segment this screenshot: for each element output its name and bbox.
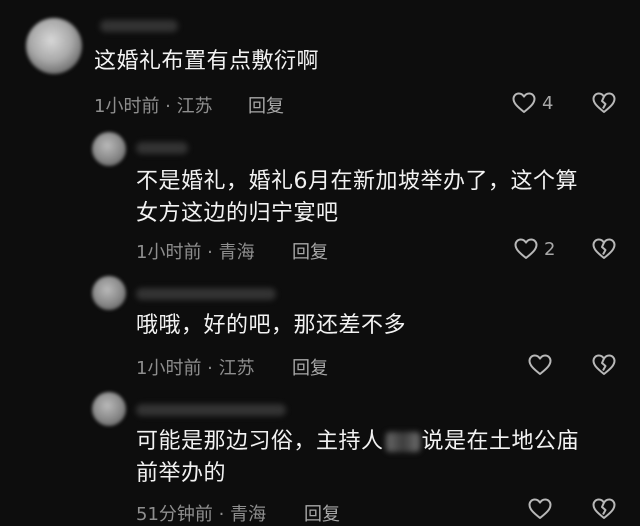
avatar[interactable] — [92, 132, 126, 166]
like-count: 4 — [542, 92, 554, 114]
heart-outline-icon — [512, 92, 536, 114]
like-button[interactable] — [528, 498, 552, 520]
like-button[interactable] — [528, 354, 552, 376]
dislike-button[interactable] — [592, 498, 616, 520]
broken-heart-icon — [592, 238, 616, 260]
reply-button[interactable]: 回复 — [292, 354, 328, 380]
dislike-button[interactable] — [592, 238, 616, 260]
username-blurred — [136, 404, 286, 416]
comment-meta: 1小时前 · 江苏 — [94, 96, 213, 117]
heart-outline-icon — [528, 498, 552, 520]
comment-text: 哦哦，好的吧，那还差不多 — [136, 313, 407, 338]
dislike-button[interactable] — [592, 92, 616, 114]
avatar[interactable] — [26, 18, 82, 74]
reply-button[interactable]: 回复 — [304, 500, 340, 526]
broken-heart-icon — [592, 498, 616, 520]
reply-comment-2: 哦哦，好的吧，那还差不多 1小时前 · 江苏 回复 — [0, 276, 640, 379]
comment-text-line-1: 可能是那边习俗，主持人 说是在土地公庙 — [136, 426, 579, 458]
username-blurred — [136, 142, 188, 154]
comment-text-line-2: 前举办的 — [136, 461, 227, 486]
comment-meta: 51分钟前 · 青海 — [136, 504, 267, 525]
reply-button[interactable]: 回复 — [248, 92, 284, 118]
reply-button[interactable]: 回复 — [292, 238, 328, 264]
reply-comment-3: 可能是那边习俗，主持人 说是在土地公庙 前举办的 51分钟前 · 青海 回复 — [0, 392, 640, 526]
like-button[interactable]: 4 — [512, 92, 553, 114]
avatar[interactable] — [92, 392, 126, 426]
comment-1: 这婚礼布置有点敷衍啊 1小时前 · 江苏 回复 4 — [0, 18, 640, 118]
comment-text: 这婚礼布置有点敷衍啊 — [94, 49, 320, 74]
username-blurred — [100, 20, 178, 32]
heart-outline-icon — [514, 238, 538, 260]
reply-comment-1: 不是婚礼，婚礼6月在新加坡举办了，这个算 女方这边的归宁宴吧 1小时前 · 青海… — [0, 132, 640, 272]
dislike-button[interactable] — [592, 354, 616, 376]
censored-name — [385, 432, 420, 452]
comment-text-line-1: 不是婚礼，婚礼6月在新加坡举办了，这个算 — [136, 169, 578, 194]
username-blurred — [136, 288, 276, 300]
comment-meta: 1小时前 · 青海 — [136, 242, 255, 263]
avatar[interactable] — [92, 276, 126, 310]
heart-outline-icon — [528, 354, 552, 376]
comment-text-part-a: 可能是那边习俗，主持人 — [136, 429, 384, 454]
broken-heart-icon — [592, 92, 616, 114]
broken-heart-icon — [592, 354, 616, 376]
comment-text-line-2: 女方这边的归宁宴吧 — [136, 201, 339, 226]
comment-text-part-b: 说是在土地公庙 — [421, 429, 580, 454]
comment-meta: 1小时前 · 江苏 — [136, 358, 255, 379]
like-count: 2 — [544, 238, 556, 260]
like-button[interactable]: 2 — [514, 238, 555, 260]
